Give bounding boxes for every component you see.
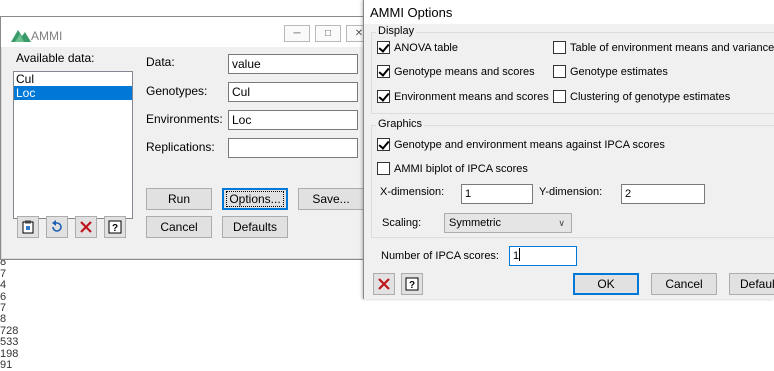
geno-env-ipca-box xyxy=(377,138,390,151)
available-data-list[interactable]: Cul Loc xyxy=(13,71,133,219)
save-button[interactable]: Save... xyxy=(298,188,364,210)
anova-table-checkbox[interactable]: ANOVA table xyxy=(377,41,458,54)
defaults-button[interactable]: Defaults xyxy=(222,216,288,238)
svg-text:?: ? xyxy=(112,223,118,234)
ammi-biplot-label: AMMI biplot of IPCA scores xyxy=(394,162,528,175)
save-button-label: Save... xyxy=(312,192,350,206)
cancel-button-label: Cancel xyxy=(160,220,198,234)
clustering-label: Clustering of genotype estimates xyxy=(570,90,731,103)
ok-button-label: OK xyxy=(597,277,615,291)
replications-field[interactable] xyxy=(228,138,358,158)
y-dimension-field[interactable]: 2 xyxy=(621,184,705,204)
ipca-scores-field[interactable]: 1 xyxy=(509,246,577,266)
options-button[interactable]: Options... xyxy=(222,188,288,210)
minimize-icon: ─ xyxy=(293,28,301,39)
env-means-table-checkbox[interactable]: Table of environment means and variances xyxy=(553,41,774,54)
replications-label: Replications: xyxy=(146,140,215,154)
ammi-title: AMMI xyxy=(31,29,63,43)
ipca-scores-label: Number of IPCA scores: xyxy=(381,250,499,262)
ammi-titlebar: AMMI ─ □ ✕ xyxy=(1,17,373,47)
graphics-group-label: Graphics xyxy=(376,118,425,130)
svg-text:?: ? xyxy=(409,280,415,291)
ammi-options-dialog: AMMI Options Display ANOVA table Table o… xyxy=(363,0,774,299)
ok-button[interactable]: OK xyxy=(573,273,639,295)
text-caret xyxy=(519,248,521,261)
available-data-label: Available data: xyxy=(16,51,95,65)
options-defaults-button-label: Defaults xyxy=(740,277,774,291)
env-means-table-box xyxy=(553,41,566,54)
defaults-button-label: Defaults xyxy=(232,220,278,234)
genotype-means-checkbox[interactable]: Genotype means and scores xyxy=(377,65,535,78)
ammi-window: AMMI ─ □ ✕ Available data: Cul Loc Data: … xyxy=(0,16,374,260)
clear-tool-button[interactable] xyxy=(75,216,97,238)
options-defaults-button[interactable]: Defaults xyxy=(729,273,774,295)
display-group-label: Display xyxy=(376,25,417,37)
scaling-dropdown[interactable]: Symmetric ∨ xyxy=(444,213,572,233)
clipboard-tool-button[interactable] xyxy=(17,216,39,238)
x-dimension-field[interactable]: 1 xyxy=(461,184,533,204)
background-number: 4 xyxy=(0,279,7,292)
anova-table-label: ANOVA table xyxy=(394,41,458,54)
maximize-button[interactable]: □ xyxy=(315,25,341,42)
options-cancel-button-label: Cancel xyxy=(665,277,703,291)
environment-means-checkbox[interactable]: Environment means and scores xyxy=(377,90,549,103)
background-number: 198 xyxy=(0,347,19,360)
genotypes-label: Genotypes: xyxy=(146,84,208,98)
options-cancel-button[interactable]: Cancel xyxy=(651,273,717,295)
options-titlebar: AMMI Options xyxy=(364,0,774,24)
options-clear-button[interactable] xyxy=(373,273,395,295)
geno-env-ipca-label: Genotype and environment means against I… xyxy=(394,138,665,151)
genotype-estimates-checkbox[interactable]: Genotype estimates xyxy=(553,65,668,78)
scaling-value: Symmetric xyxy=(449,217,501,229)
background-number: 728 xyxy=(0,324,19,337)
data-label: Data: xyxy=(146,55,175,69)
data-field[interactable]: value xyxy=(228,54,358,74)
run-button[interactable]: Run xyxy=(146,188,212,210)
undo-icon xyxy=(52,220,62,232)
y-dimension-label: Y-dimension: xyxy=(539,186,603,198)
minimize-button[interactable]: ─ xyxy=(284,25,310,42)
clustering-box xyxy=(553,90,566,103)
genotype-estimates-box xyxy=(553,65,566,78)
help-icon: ? xyxy=(108,220,122,234)
background-number: 6 xyxy=(0,290,7,303)
genotype-estimates-label: Genotype estimates xyxy=(570,65,668,78)
options-title: AMMI Options xyxy=(370,5,453,20)
background-number: 8 xyxy=(0,313,7,326)
clustering-checkbox[interactable]: Clustering of genotype estimates xyxy=(553,90,730,103)
background-number: 91 xyxy=(0,358,13,371)
environment-means-label: Environment means and scores xyxy=(394,90,549,103)
list-item[interactable]: Loc xyxy=(14,86,132,100)
maximize-icon: □ xyxy=(324,28,332,39)
genotype-means-label: Genotype means and scores xyxy=(394,65,535,78)
scaling-label: Scaling: xyxy=(382,217,422,229)
list-item[interactable]: Cul xyxy=(14,72,132,86)
options-help-button[interactable]: ? xyxy=(401,273,423,295)
geno-env-ipca-checkbox[interactable]: Genotype and environment means against I… xyxy=(377,138,665,151)
genotypes-field[interactable]: Cul xyxy=(228,82,358,102)
chevron-down-icon: ∨ xyxy=(558,218,565,228)
options-button-label: Options... xyxy=(226,191,284,207)
help-tool-button[interactable]: ? xyxy=(104,216,126,238)
x-dimension-label: X-dimension: xyxy=(380,186,445,198)
environments-label: Environments: xyxy=(146,112,223,126)
clipboard-icon xyxy=(22,220,34,234)
close-icon: ✕ xyxy=(354,28,364,39)
cancel-button[interactable]: Cancel xyxy=(146,216,212,238)
run-button-label: Run xyxy=(167,192,190,206)
background-number: 7 xyxy=(0,302,7,315)
env-means-table-label: Table of environment means and variances xyxy=(570,41,774,54)
environment-means-box xyxy=(377,90,390,103)
genstat-app-icon xyxy=(11,30,31,42)
undo-tool-button[interactable] xyxy=(46,216,68,238)
environments-field[interactable]: Loc xyxy=(228,110,358,130)
anova-table-box xyxy=(377,41,390,54)
genotype-means-box xyxy=(377,65,390,78)
background-number: 533 xyxy=(0,336,19,349)
red-x-icon xyxy=(378,278,390,290)
red-x-icon xyxy=(80,221,92,233)
ammi-biplot-checkbox[interactable]: AMMI biplot of IPCA scores xyxy=(377,162,528,175)
ammi-biplot-box xyxy=(377,162,390,175)
help-icon: ? xyxy=(405,277,419,291)
